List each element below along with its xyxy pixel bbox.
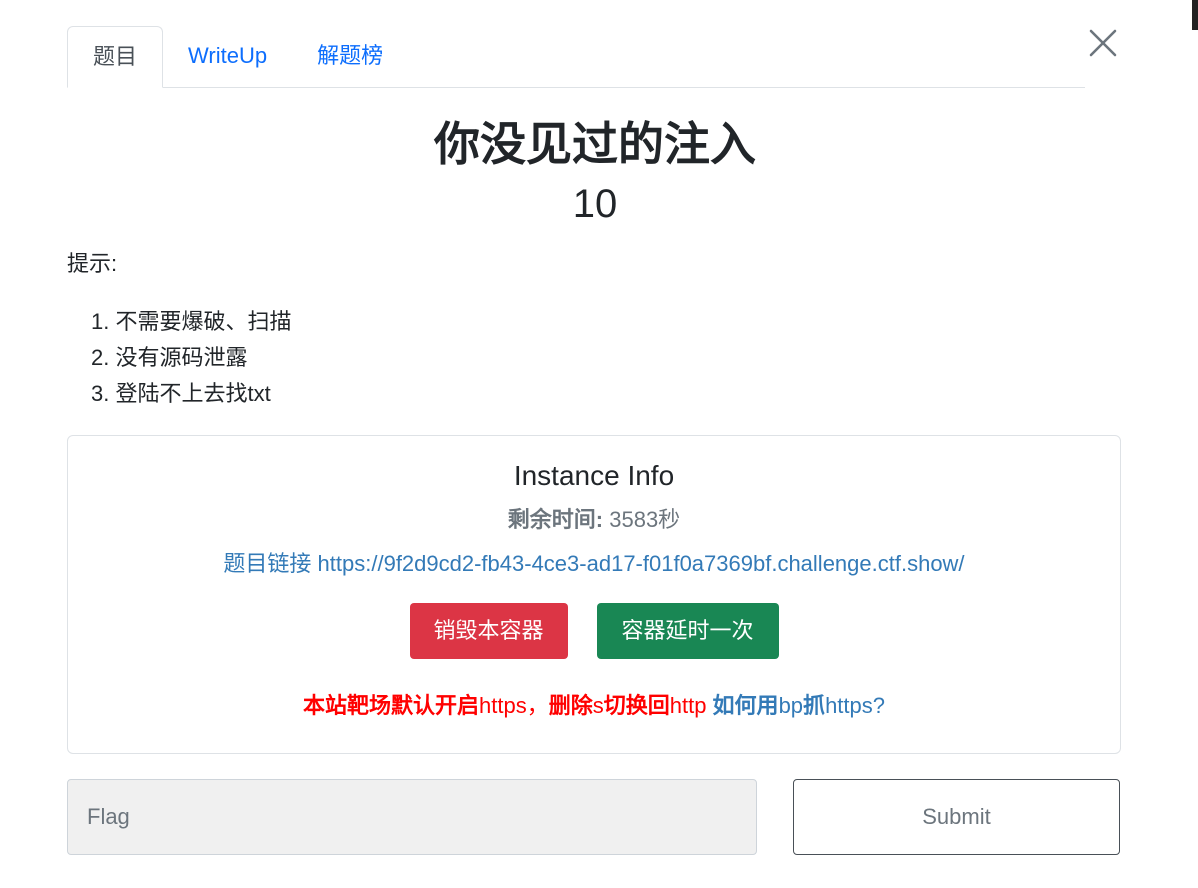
challenge-title: 你没见过的注入 [434, 118, 756, 170]
destroy-container-button[interactable]: 销毁本容器 [409, 603, 568, 659]
challenge-link-label: 题目链接 [223, 551, 318, 576]
tab-writeup[interactable]: WriteUp [163, 26, 292, 86]
close-icon[interactable] [1086, 26, 1120, 60]
remaining-time-label: 剩余时间: [507, 507, 604, 532]
tab-bar: 题目 WriteUp 解题榜 [67, 26, 1085, 88]
hint-item: 3. 登陆不上去找txt [91, 381, 271, 406]
challenge-modal: 题目 WriteUp 解题榜 你没见过的注入 10 提示: 1. 不需要爆破、扫… [0, 0, 1198, 888]
hint-item: 1. 不需要爆破、扫描 [91, 309, 292, 334]
tab-solves[interactable]: 解题榜 [292, 26, 408, 86]
challenge-link[interactable]: https://9f2d9cd2-fb43-4ce3-ad17-f01f0a73… [318, 551, 965, 576]
https-notice-text: 本站靶场默认开启https，删除s切换回http [302, 693, 713, 718]
instance-actions: 销毁本容器 容器延时一次 [68, 603, 1120, 659]
bp-https-help-link[interactable]: 如何用bp抓https? [713, 693, 885, 718]
challenge-points: 10 [572, 182, 618, 226]
instance-info-card: Instance Info 剩余时间: 3583秒 题目链接 https://9… [67, 435, 1121, 754]
hint-label: 提示: [67, 251, 118, 276]
hint-item: 2. 没有源码泄露 [91, 345, 248, 370]
remaining-time: 剩余时间: 3583秒 [68, 502, 1120, 534]
flag-input[interactable] [67, 779, 757, 855]
https-notice: 本站靶场默认开启https，删除s切换回http 如何用bp抓https? [68, 688, 1120, 720]
remaining-time-value: 3583秒 [603, 507, 681, 532]
window-edge [1192, 0, 1198, 30]
tab-challenge[interactable]: 题目 [67, 26, 164, 88]
extend-container-button[interactable]: 容器延时一次 [596, 603, 779, 659]
submit-button[interactable]: Submit [793, 779, 1120, 855]
instance-info-title: Instance Info [513, 460, 675, 491]
challenge-link-row: 题目链接 https://9f2d9cd2-fb43-4ce3-ad17-f01… [68, 546, 1120, 578]
hint-list: 1. 不需要爆破、扫描 2. 没有源码泄露 3. 登陆不上去找txt [91, 304, 291, 412]
